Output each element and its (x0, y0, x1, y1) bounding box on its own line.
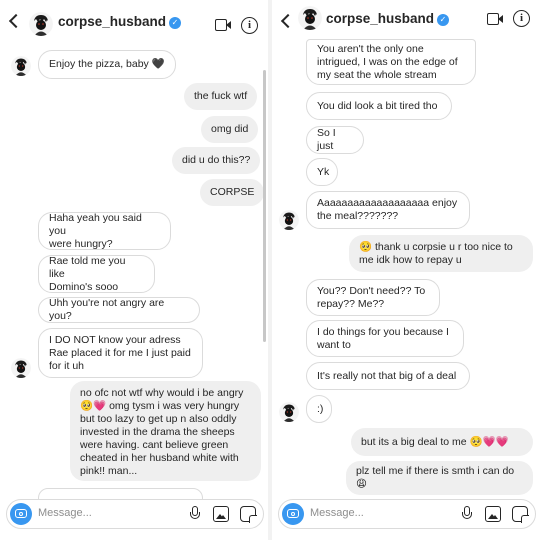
chat-panel-right: corpse_husband ✓ i You aren't the only on… (272, 0, 540, 540)
camera-icon[interactable] (10, 503, 32, 525)
message-incoming[interactable]: Yk (306, 158, 338, 186)
message-outgoing[interactable]: omg did (201, 116, 259, 143)
message-incoming[interactable]: I DO NOT know your adress Rae placed it … (38, 328, 203, 378)
avatar[interactable] (29, 12, 53, 36)
message-incoming[interactable]: :) (306, 395, 332, 423)
sticker-icon[interactable] (240, 506, 257, 523)
message-outgoing[interactable]: 🥺 thank u corpsie u r too nice to me idk… (349, 235, 533, 272)
message-composer (278, 499, 536, 529)
message-incoming[interactable]: I do things for you because I want to (306, 320, 464, 357)
message-composer (6, 499, 264, 529)
verified-badge-icon: ✓ (169, 17, 182, 29)
message-incoming[interactable]: It's really not that big of a deal (306, 362, 470, 390)
avatar (279, 210, 299, 230)
scrollbar[interactable] (263, 70, 266, 342)
message-outgoing[interactable]: but its a big deal to me 🥺💗💗 (351, 428, 533, 456)
chat-header: corpse_husband ✓ i (0, 0, 268, 42)
username-text: corpse_husband (58, 14, 167, 29)
avatar (11, 56, 31, 76)
chat-header: corpse_husband ✓ i (272, 0, 540, 42)
sticker-icon[interactable] (512, 506, 529, 523)
message-incoming[interactable]: You did look a bit tired tho (306, 92, 452, 120)
info-icon[interactable]: i (513, 10, 530, 27)
microphone-icon[interactable] (462, 506, 472, 523)
avatar (11, 358, 31, 378)
message-outgoing[interactable]: did u do this?? (172, 147, 261, 174)
camera-icon[interactable] (282, 503, 304, 525)
message-outgoing[interactable]: plz tell me if there is smth i can do 😩 (346, 461, 533, 495)
message-outgoing[interactable]: the fuck wtf (184, 83, 258, 110)
message-incoming[interactable]: Uhh you're not angry are you? (38, 297, 200, 323)
message-input[interactable] (310, 507, 450, 519)
microphone-icon[interactable] (190, 506, 200, 523)
back-chevron-icon[interactable] (280, 13, 292, 29)
message-incoming[interactable]: You aren't the only one intrigued, I was… (306, 39, 476, 85)
message-incoming[interactable]: Aaaaaaaaaaaaaaaaaaa enjoy the meal??????… (306, 191, 470, 229)
chat-username[interactable]: corpse_husband ✓ (58, 14, 182, 29)
chat-username[interactable]: corpse_husband ✓ (326, 11, 450, 26)
video-call-icon[interactable] (487, 13, 503, 25)
video-call-icon[interactable] (215, 19, 231, 31)
chat-panel-left: corpse_husband ✓ i Enjoy the pizza, baby … (0, 0, 268, 540)
message-outgoing[interactable]: CORPSE (200, 179, 265, 206)
message-incoming[interactable]: Rae told me you like Domino's sooo (38, 255, 155, 293)
avatar[interactable] (298, 6, 322, 30)
message-outgoing[interactable]: no ofc not wtf why would i be angry 🥺💗 o… (70, 381, 261, 481)
verified-badge-icon: ✓ (437, 14, 450, 26)
gallery-icon[interactable] (485, 506, 501, 522)
message-incoming[interactable]: You?? Don't need?? To repay?? Me?? (306, 279, 440, 316)
message-input[interactable] (38, 507, 178, 519)
username-text: corpse_husband (326, 11, 435, 26)
gallery-icon[interactable] (213, 506, 229, 522)
message-incoming[interactable]: Enjoy the pizza, baby 🖤 (38, 50, 176, 79)
info-icon[interactable]: i (241, 17, 258, 34)
message-incoming[interactable]: So I just (306, 126, 364, 154)
avatar (279, 402, 299, 422)
back-chevron-icon[interactable] (8, 13, 20, 29)
message-incoming[interactable]: Haha yeah you said you were hungry? (38, 212, 171, 250)
